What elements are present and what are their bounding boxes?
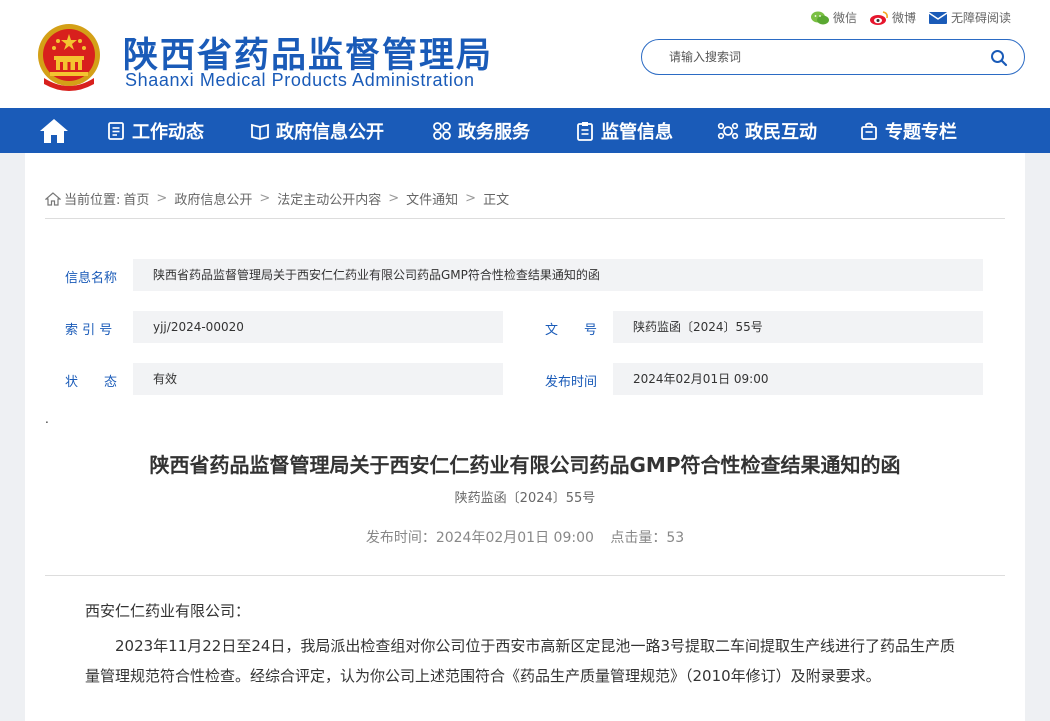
publish-time: 发布时间：2024年02月01日 09:00 — [365, 530, 594, 546]
breadcrumb-prefix: 当前位置: — [64, 193, 121, 208]
accessibility-label: 无障碍阅读 — [951, 11, 1012, 25]
search-input[interactable] — [669, 48, 969, 66]
info-name-label: 信息名称 — [65, 271, 118, 286]
nav-item-work-news[interactable]: 工作动态 — [106, 108, 204, 153]
stray-dot: . — [45, 412, 49, 426]
breadcrumb-statutory[interactable]: 法定主动公开内容 — [277, 189, 381, 208]
breadcrumb-notices[interactable]: 文件通知 — [406, 189, 458, 208]
breadcrumb-divider — [45, 218, 1005, 219]
mail-icon — [928, 11, 948, 24]
nav-label: 政务服务 — [458, 121, 530, 143]
home-icon[interactable] — [38, 117, 70, 145]
breadcrumb: 当前位置: 首页 > 政府信息公开 > 法定主动公开内容 > 文件通知 > 正文 — [45, 189, 509, 208]
top-links: 微信 微博 无障碍阅读 — [810, 9, 1011, 26]
info-date-label: 发布时间 — [545, 375, 598, 390]
accessibility-link[interactable]: 无障碍阅读 — [928, 9, 1011, 26]
breadcrumb-separator: > — [259, 191, 271, 206]
nav-label: 专题专栏 — [885, 121, 957, 143]
info-status-value: 有效 — [133, 363, 503, 395]
breadcrumb-separator: > — [388, 191, 400, 206]
nav-item-gov-service[interactable]: 政务服务 — [432, 108, 530, 153]
home-small-icon — [45, 191, 61, 206]
nav-item-supervision[interactable]: 监管信息 — [575, 108, 673, 153]
article-doc-number: 陕药监函〔2024〕55号 — [454, 491, 596, 506]
nav-label: 政民互动 — [745, 121, 817, 143]
nav-label: 监管信息 — [601, 121, 673, 143]
weibo-link[interactable]: 微博 — [869, 9, 916, 26]
click-count: 点击量：53 — [610, 530, 685, 546]
breadcrumb-home[interactable]: 首页 — [123, 189, 149, 208]
search-icon[interactable] — [990, 49, 1008, 67]
info-docno-value: 陕药监函〔2024〕55号 — [613, 311, 983, 343]
info-index-label: 索 引 号 — [65, 323, 113, 338]
breadcrumb-gov-info[interactable]: 政府信息公开 — [174, 189, 252, 208]
nav-label: 政府信息公开 — [276, 121, 384, 143]
search-box — [641, 39, 1025, 75]
nav-item-interaction[interactable]: 政民互动 — [717, 108, 817, 153]
nav-item-special[interactable]: 专题专栏 — [859, 108, 957, 153]
bag-icon — [861, 122, 877, 140]
article-title: 陕西省药品监督管理局关于西安仁仁药业有限公司药品GMP符合性检查结果通知的函 — [149, 453, 901, 477]
letter-paragraph: 2023年11月22日至24日，我局派出检查组对你公司位于西安市高新区定昆池一路… — [85, 637, 955, 685]
main-nav: 工作动态 政府信息公开 政务服务 监管信息 政民互动 专题专栏 — [0, 108, 1050, 153]
weibo-label: 微博 — [892, 11, 917, 25]
breadcrumb-separator: > — [156, 191, 168, 206]
info-date-value: 2024年02月01日 09:00 — [613, 363, 983, 395]
letter-salutation: 西安仁仁药业有限公司： — [85, 602, 251, 620]
info-docno-label: 文 号 — [545, 323, 598, 338]
grid-icon — [433, 121, 451, 140]
breadcrumb-separator: > — [465, 191, 477, 206]
weibo-icon — [870, 10, 888, 25]
wechat-label: 微信 — [833, 11, 858, 25]
interaction-icon — [717, 122, 739, 139]
site-subtitle: Shaanxi Medical Products Administration — [125, 70, 475, 90]
breadcrumb-current: 正文 — [483, 193, 510, 208]
wechat-link[interactable]: 微信 — [810, 9, 857, 26]
content-panel: 当前位置: 首页 > 政府信息公开 > 法定主动公开内容 > 文件通知 > 正文… — [25, 153, 1025, 721]
info-status-label: 状 态 — [65, 375, 118, 390]
article-divider — [45, 575, 1005, 576]
wechat-icon — [811, 11, 829, 24]
info-name-value: 陕西省药品监督管理局关于西安仁仁药业有限公司药品GMP符合性检查结果通知的函 — [133, 259, 983, 291]
site-header: 陕西省药品监督管理局 Shaanxi Medical Products Admi… — [0, 0, 1050, 108]
clipboard-icon — [577, 121, 593, 141]
book-icon — [251, 123, 269, 140]
national-emblem-icon — [38, 24, 100, 91]
nav-item-gov-info[interactable]: 政府信息公开 — [250, 108, 384, 153]
list-icon — [108, 121, 124, 140]
nav-label: 工作动态 — [132, 121, 204, 143]
info-index-value: yjj/2024-00020 — [133, 311, 503, 343]
article-meta: 发布时间：2024年02月01日 09:00 点击量：53 — [25, 527, 1025, 547]
